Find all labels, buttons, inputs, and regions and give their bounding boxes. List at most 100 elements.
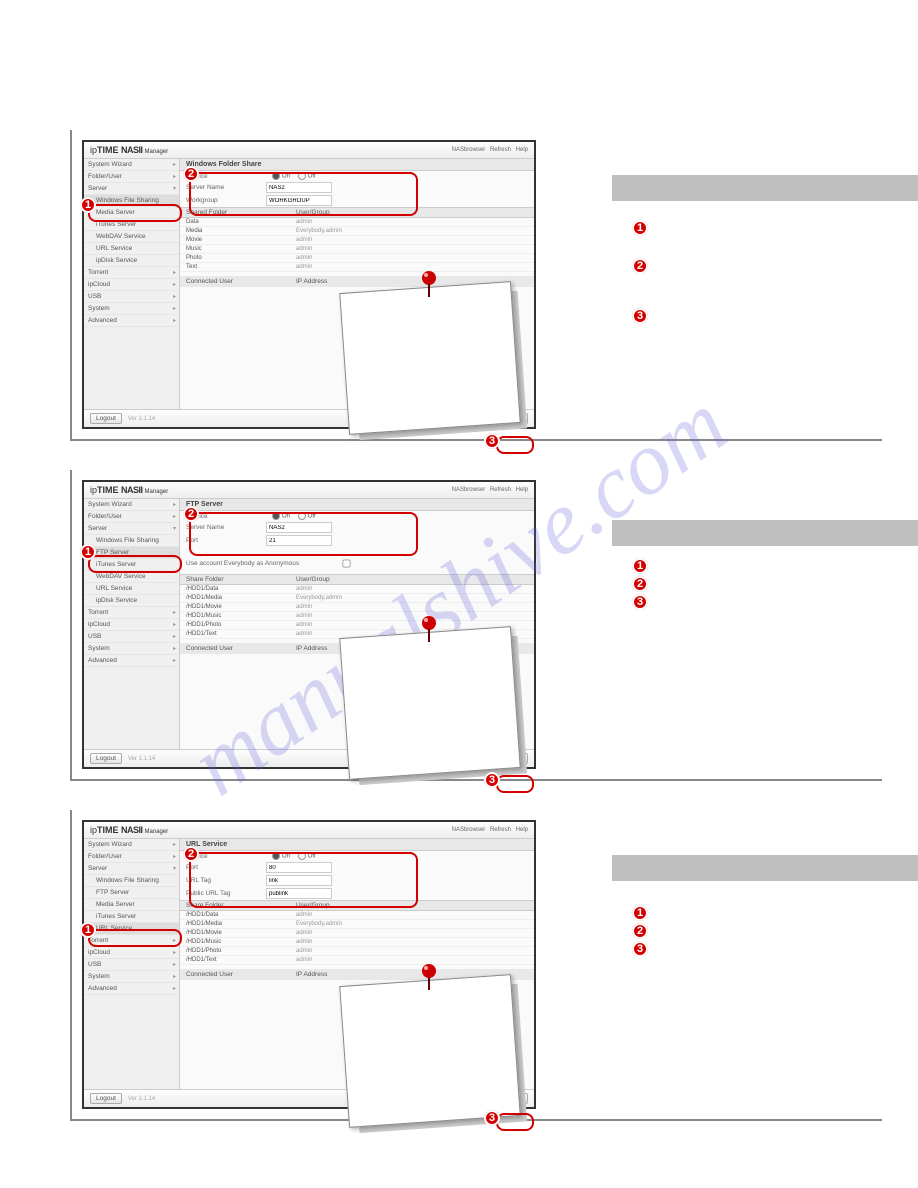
table-row[interactable]: /HDD1/Movieadmin xyxy=(180,603,534,612)
service-radio-group[interactable]: On Off xyxy=(266,512,528,520)
nasbrowser-link[interactable]: NASbrowser xyxy=(452,827,486,833)
sidebar-torrent[interactable]: Torrent▸ xyxy=(84,267,179,279)
sidebar-system[interactable]: System▸ xyxy=(84,643,179,655)
sidebar-system-wizard[interactable]: System Wizard▸ xyxy=(84,159,179,171)
expand-icon: ▸ xyxy=(173,161,176,168)
sidebar-ipcloud[interactable]: ipCloud▸ xyxy=(84,279,179,291)
port-label: Port xyxy=(186,537,266,544)
table-row[interactable]: Dataadmin xyxy=(180,218,534,227)
folder-grp: admin xyxy=(296,948,312,954)
sidebar-folder-user[interactable]: Folder/User▸ xyxy=(84,171,179,183)
help-link[interactable]: Help xyxy=(516,487,528,493)
table-row[interactable]: Movieadmin xyxy=(180,236,534,245)
server-name-input[interactable] xyxy=(266,522,332,533)
anon-checkbox[interactable] xyxy=(343,560,351,568)
sidebar-system-wizard[interactable]: System Wizard▸ xyxy=(84,499,179,511)
sidebar-itunes-server[interactable]: iTunes Server xyxy=(84,559,179,571)
radio-off-dot[interactable] xyxy=(298,512,306,520)
sidebar-folder-user[interactable]: Folder/User▸ xyxy=(84,851,179,863)
port-input[interactable] xyxy=(266,535,332,546)
table-row[interactable]: /HDD1/Musicadmin xyxy=(180,612,534,621)
logout-button[interactable]: Logout xyxy=(90,1093,122,1104)
radio-off-dot[interactable] xyxy=(298,852,306,860)
nasbrowser-link[interactable]: NASbrowser xyxy=(452,487,486,493)
radio-on-dot[interactable] xyxy=(272,172,280,180)
sidebar-ftp-server[interactable]: FTP Server xyxy=(84,547,179,559)
logo-time: TIME xyxy=(97,145,119,155)
sidebar-url-service[interactable]: URL Service xyxy=(84,583,179,595)
radio-off-dot[interactable] xyxy=(298,172,306,180)
sidebar-usb[interactable]: USB▸ xyxy=(84,631,179,643)
table-row[interactable]: /HDD1/Dataadmin xyxy=(180,585,534,594)
folder-grp: admin xyxy=(296,622,312,628)
logout-button[interactable]: Logout xyxy=(90,413,122,424)
table-row[interactable]: /HDD1/Textadmin xyxy=(180,956,534,965)
sidebar-ipdisk-service[interactable]: ipDisk Service xyxy=(84,255,179,267)
service-radio-group[interactable]: On Off xyxy=(266,172,528,180)
table-row[interactable]: Musicadmin xyxy=(180,245,534,254)
sidebar-folder-user[interactable]: Folder/User▸ xyxy=(84,511,179,523)
sidebar-server[interactable]: Server▾ xyxy=(84,523,179,535)
url-tag-input[interactable] xyxy=(266,875,332,886)
workgroup-input[interactable] xyxy=(266,195,332,206)
help-link[interactable]: Help xyxy=(516,827,528,833)
sidebar-itunes-server[interactable]: iTunes Server xyxy=(84,911,179,923)
sidebar-system[interactable]: System▸ xyxy=(84,303,179,315)
screenshot-ftp-server: ipTIME NASIIManager NASbrowser Refresh H… xyxy=(82,480,536,769)
port-input[interactable] xyxy=(266,862,332,873)
table-row[interactable]: Textadmin xyxy=(180,263,534,272)
sidebar-advanced[interactable]: Advanced▸ xyxy=(84,655,179,667)
nasbrowser-link[interactable]: NASbrowser xyxy=(452,147,486,153)
table-row[interactable]: MediaEverybody,admin xyxy=(180,227,534,236)
sidebar-advanced[interactable]: Advanced▸ xyxy=(84,315,179,327)
sidebar-windows-file-sharing[interactable]: Windows File Sharing xyxy=(84,535,179,547)
sidebar-usb[interactable]: USB▸ xyxy=(84,959,179,971)
refresh-link[interactable]: Refresh xyxy=(490,147,511,153)
logout-button[interactable]: Logout xyxy=(90,753,122,764)
url-tag-label: URL Tag xyxy=(186,877,266,884)
right-callout-1: 1 xyxy=(632,905,648,921)
sidebar-media-server[interactable]: Media Server xyxy=(84,207,179,219)
table-row[interactable]: /HDD1/MediaEverybody,admin xyxy=(180,920,534,929)
sidebar-ipcloud[interactable]: ipCloud▸ xyxy=(84,619,179,631)
table-row[interactable]: /HDD1/Dataadmin xyxy=(180,911,534,920)
sidebar-server[interactable]: Server▾ xyxy=(84,863,179,875)
sidebar-webdav-service[interactable]: WebDAV Service xyxy=(84,231,179,243)
refresh-link[interactable]: Refresh xyxy=(490,487,511,493)
sidebar-label: Torrent xyxy=(88,609,108,616)
sidebar-ftp-server[interactable]: FTP Server xyxy=(84,887,179,899)
sidebar-advanced[interactable]: Advanced▸ xyxy=(84,983,179,995)
table-row[interactable]: Photoadmin xyxy=(180,254,534,263)
footer-left: Logout Ver 1.1.14 xyxy=(90,755,155,762)
table-row[interactable]: /HDD1/MediaEverybody,admin xyxy=(180,594,534,603)
sidebar-server[interactable]: Server▾ xyxy=(84,183,179,195)
folder-grp: Everybody,admin xyxy=(296,228,342,234)
sidebar-webdav-service[interactable]: WebDAV Service xyxy=(84,571,179,583)
sidebar-windows-file-sharing[interactable]: Windows File Sharing xyxy=(84,195,179,207)
sidebar-media-server[interactable]: Media Server xyxy=(84,899,179,911)
public-url-tag-input[interactable] xyxy=(266,888,332,899)
sidebar-ipdisk-service[interactable]: ipDisk Service xyxy=(84,595,179,607)
server-name-input[interactable] xyxy=(266,182,332,193)
refresh-link[interactable]: Refresh xyxy=(490,827,511,833)
sidebar-itunes-server[interactable]: iTunes Server xyxy=(84,219,179,231)
sidebar-torrent[interactable]: Torrent▸ xyxy=(84,935,179,947)
sidebar-system[interactable]: System▸ xyxy=(84,971,179,983)
expand-icon: ▸ xyxy=(173,633,176,640)
help-link[interactable]: Help xyxy=(516,147,528,153)
radio-on-dot[interactable] xyxy=(272,512,280,520)
logo-ip: ip xyxy=(90,485,97,495)
sidebar-windows-file-sharing[interactable]: Windows File Sharing xyxy=(84,875,179,887)
sidebar-ipcloud[interactable]: ipCloud▸ xyxy=(84,947,179,959)
table-row[interactable]: /HDD1/Movieadmin xyxy=(180,929,534,938)
sidebar-url-service[interactable]: URL Service xyxy=(84,923,179,935)
radio-on-dot[interactable] xyxy=(272,852,280,860)
service-radio-group[interactable]: On Off xyxy=(266,852,528,860)
sidebar-url-service[interactable]: URL Service xyxy=(84,243,179,255)
sidebar-torrent[interactable]: Torrent▸ xyxy=(84,607,179,619)
table-row[interactable]: /HDD1/Photoadmin xyxy=(180,947,534,956)
right-callout-2: 2 xyxy=(632,576,648,592)
sidebar-usb[interactable]: USB▸ xyxy=(84,291,179,303)
table-row[interactable]: /HDD1/Musicadmin xyxy=(180,938,534,947)
sidebar-system-wizard[interactable]: System Wizard▸ xyxy=(84,839,179,851)
